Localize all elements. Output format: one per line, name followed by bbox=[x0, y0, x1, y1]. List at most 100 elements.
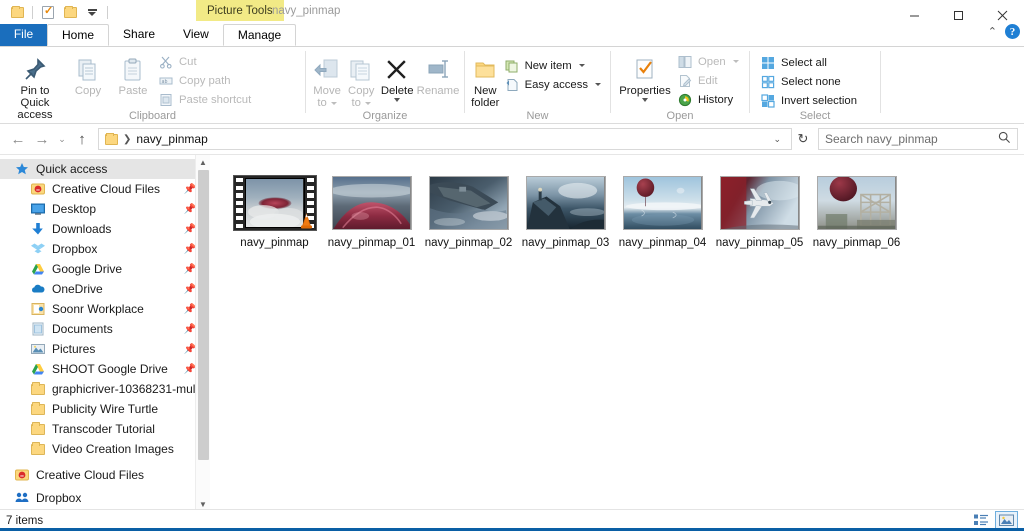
tab-home[interactable]: Home bbox=[47, 24, 110, 46]
select-none-icon bbox=[760, 74, 776, 90]
search-input[interactable] bbox=[825, 132, 998, 146]
group-label-organize: Organize bbox=[362, 110, 408, 122]
list-item[interactable]: navy_pinmap bbox=[226, 173, 323, 250]
list-item[interactable]: navy_pinmap_02 bbox=[420, 173, 517, 250]
navigation-pane-scrollbar[interactable]: ▲ ▼ bbox=[195, 155, 210, 511]
cut-button[interactable]: Cut bbox=[156, 52, 256, 71]
collapse-ribbon-chevron-up-icon[interactable]: ⌃ bbox=[988, 25, 997, 38]
copy-to-button[interactable]: Copy to bbox=[344, 50, 378, 109]
sidebar-item-publicity-wire-turtle[interactable]: Publicity Wire Turtle bbox=[0, 399, 210, 419]
scrollbar-thumb[interactable] bbox=[198, 170, 209, 460]
sidebar-item-dropbox[interactable]: Dropbox 📌 bbox=[0, 239, 210, 259]
copy-path-button[interactable]: ab Copy path bbox=[156, 71, 256, 90]
sidebar-item-graphicriver[interactable]: graphicriver-10368231-multipurpose- bbox=[0, 379, 210, 399]
sidebar-item-shoot-google-drive[interactable]: SHOOT Google Drive 📌 bbox=[0, 359, 210, 379]
new-folder-icon bbox=[472, 53, 498, 83]
breadcrumb-item-0[interactable]: navy_pinmap bbox=[136, 132, 207, 146]
copy-to-chevron-down-icon[interactable] bbox=[364, 101, 371, 105]
ribbon-help-area: ⌃ ? bbox=[988, 24, 1020, 39]
file-name: navy_pinmap_03 bbox=[521, 237, 610, 249]
sidebar-item-downloads[interactable]: Downloads 📌 bbox=[0, 219, 210, 239]
thumbnail[interactable] bbox=[330, 175, 414, 231]
address-dropdown-chevron-down-icon[interactable]: ⌄ bbox=[773, 134, 789, 145]
tab-manage[interactable]: Manage bbox=[222, 24, 297, 46]
delete-button[interactable]: Delete bbox=[378, 50, 416, 102]
sidebar-item-quick-access[interactable]: Quick access bbox=[0, 159, 210, 179]
up-button[interactable]: ↑ bbox=[70, 127, 94, 151]
file-name: navy_pinmap_05 bbox=[715, 237, 804, 249]
move-to-chevron-down-icon[interactable] bbox=[330, 101, 337, 105]
tab-share[interactable]: Share bbox=[109, 24, 170, 46]
sidebar-item-creative-cloud-files-root[interactable]: ∞ Creative Cloud Files bbox=[0, 465, 210, 485]
recent-locations-button[interactable]: ⌄ bbox=[54, 127, 70, 151]
list-item[interactable]: navy_pinmap_06 bbox=[808, 173, 905, 250]
open-button[interactable]: Open bbox=[675, 52, 744, 71]
move-to-button[interactable]: Move to bbox=[310, 50, 344, 109]
new-item-icon bbox=[504, 58, 520, 74]
move-to-label-1: Move bbox=[313, 85, 341, 97]
download-icon bbox=[30, 221, 46, 237]
list-item[interactable]: navy_pinmap_01 bbox=[323, 173, 420, 250]
properties-button[interactable]: Properties bbox=[615, 50, 675, 102]
new-folder-button[interactable]: New folder bbox=[469, 50, 502, 109]
new-item-chevron-down-icon[interactable] bbox=[578, 64, 585, 67]
sidebar-item-video-creation-images[interactable]: Video Creation Images bbox=[0, 439, 210, 459]
paste-shortcut-button[interactable]: Paste shortcut bbox=[156, 90, 256, 109]
thumbnail[interactable] bbox=[232, 175, 317, 231]
sidebar-item-desktop[interactable]: Desktop 📌 bbox=[0, 199, 210, 219]
forward-button[interactable]: → bbox=[30, 127, 54, 151]
open-chevron-down-icon[interactable] bbox=[732, 60, 739, 63]
copy-icon bbox=[75, 53, 101, 83]
breadcrumb[interactable]: ❯ navy_pinmap ⌄ bbox=[98, 128, 792, 150]
sidebar-item-google-drive[interactable]: Google Drive 📌 bbox=[0, 259, 210, 279]
history-button[interactable]: History bbox=[675, 90, 744, 109]
qat-folder-icon[interactable] bbox=[8, 3, 26, 21]
select-none-button[interactable]: Select none bbox=[758, 72, 862, 91]
rename-button[interactable]: Rename bbox=[416, 50, 460, 97]
sidebar-item-creative-cloud-files[interactable]: ∞ Creative Cloud Files 📌 bbox=[0, 179, 210, 199]
folder-icon bbox=[30, 381, 46, 397]
thumbnail[interactable] bbox=[427, 175, 511, 231]
search-box[interactable] bbox=[818, 128, 1018, 150]
thumbnail[interactable] bbox=[524, 175, 608, 231]
search-icon[interactable] bbox=[998, 131, 1011, 147]
list-item[interactable]: navy_pinmap_03 bbox=[517, 173, 614, 250]
easy-access-chevron-down-icon[interactable] bbox=[595, 83, 601, 86]
edit-button[interactable]: Edit bbox=[675, 71, 744, 90]
tab-view[interactable]: View bbox=[169, 24, 223, 46]
sidebar-item-dropbox-root[interactable]: Dropbox bbox=[0, 488, 210, 508]
thumbnail[interactable] bbox=[718, 175, 802, 231]
list-item[interactable]: navy_pinmap_04 bbox=[614, 173, 711, 250]
breadcrumb-chevron-right-icon[interactable]: ❯ bbox=[123, 134, 131, 145]
properties-chevron-down-icon[interactable] bbox=[642, 98, 648, 102]
tab-file[interactable]: File bbox=[0, 24, 47, 46]
file-list-view[interactable]: navy_pinmap navy_pinmap_01 navy_pinmap_0… bbox=[210, 155, 1024, 511]
sidebar-item-soonr-workplace[interactable]: Soonr Workplace 📌 bbox=[0, 299, 210, 319]
select-all-button[interactable]: Select all bbox=[758, 53, 862, 72]
invert-selection-button[interactable]: Invert selection bbox=[758, 91, 862, 110]
qat-new-folder-icon[interactable] bbox=[61, 3, 79, 21]
sidebar-item-transcoder-tutorial[interactable]: Transcoder Tutorial bbox=[0, 419, 210, 439]
copy-button[interactable]: Copy bbox=[66, 50, 110, 97]
help-icon[interactable]: ? bbox=[1005, 24, 1020, 39]
sidebar-item-documents[interactable]: Documents 📌 bbox=[0, 319, 210, 339]
back-button[interactable]: ← bbox=[6, 127, 30, 151]
qat-customize-chevron-down-icon[interactable] bbox=[83, 3, 101, 21]
delete-chevron-down-icon[interactable] bbox=[394, 98, 401, 102]
refresh-button[interactable]: ↻ bbox=[792, 128, 814, 150]
thumbnail[interactable] bbox=[621, 175, 705, 231]
file-explorer-window: Picture Tools navy_pinmap File Home Shar… bbox=[0, 0, 1024, 531]
paste-label: Paste bbox=[118, 85, 148, 97]
new-item-button[interactable]: New item bbox=[502, 56, 606, 75]
sidebar-item-pictures[interactable]: Pictures 📌 bbox=[0, 339, 210, 359]
qat-properties-icon[interactable] bbox=[39, 3, 57, 21]
sidebar-item-onedrive[interactable]: OneDrive 📌 bbox=[0, 279, 210, 299]
thumbnail[interactable] bbox=[815, 175, 899, 231]
main-area: Quick access ∞ Creative Cloud Files 📌 De… bbox=[0, 154, 1024, 511]
paste-button[interactable]: Paste bbox=[110, 50, 156, 97]
easy-access-button[interactable]: Easy access bbox=[502, 75, 606, 94]
scroll-up-arrow-icon[interactable]: ▲ bbox=[196, 155, 210, 170]
address-bar: ← → ⌄ ↑ ❯ navy_pinmap ⌄ ↻ bbox=[0, 124, 1024, 154]
sidebar-label: Video Creation Images bbox=[52, 442, 174, 456]
list-item[interactable]: navy_pinmap_05 bbox=[711, 173, 808, 250]
